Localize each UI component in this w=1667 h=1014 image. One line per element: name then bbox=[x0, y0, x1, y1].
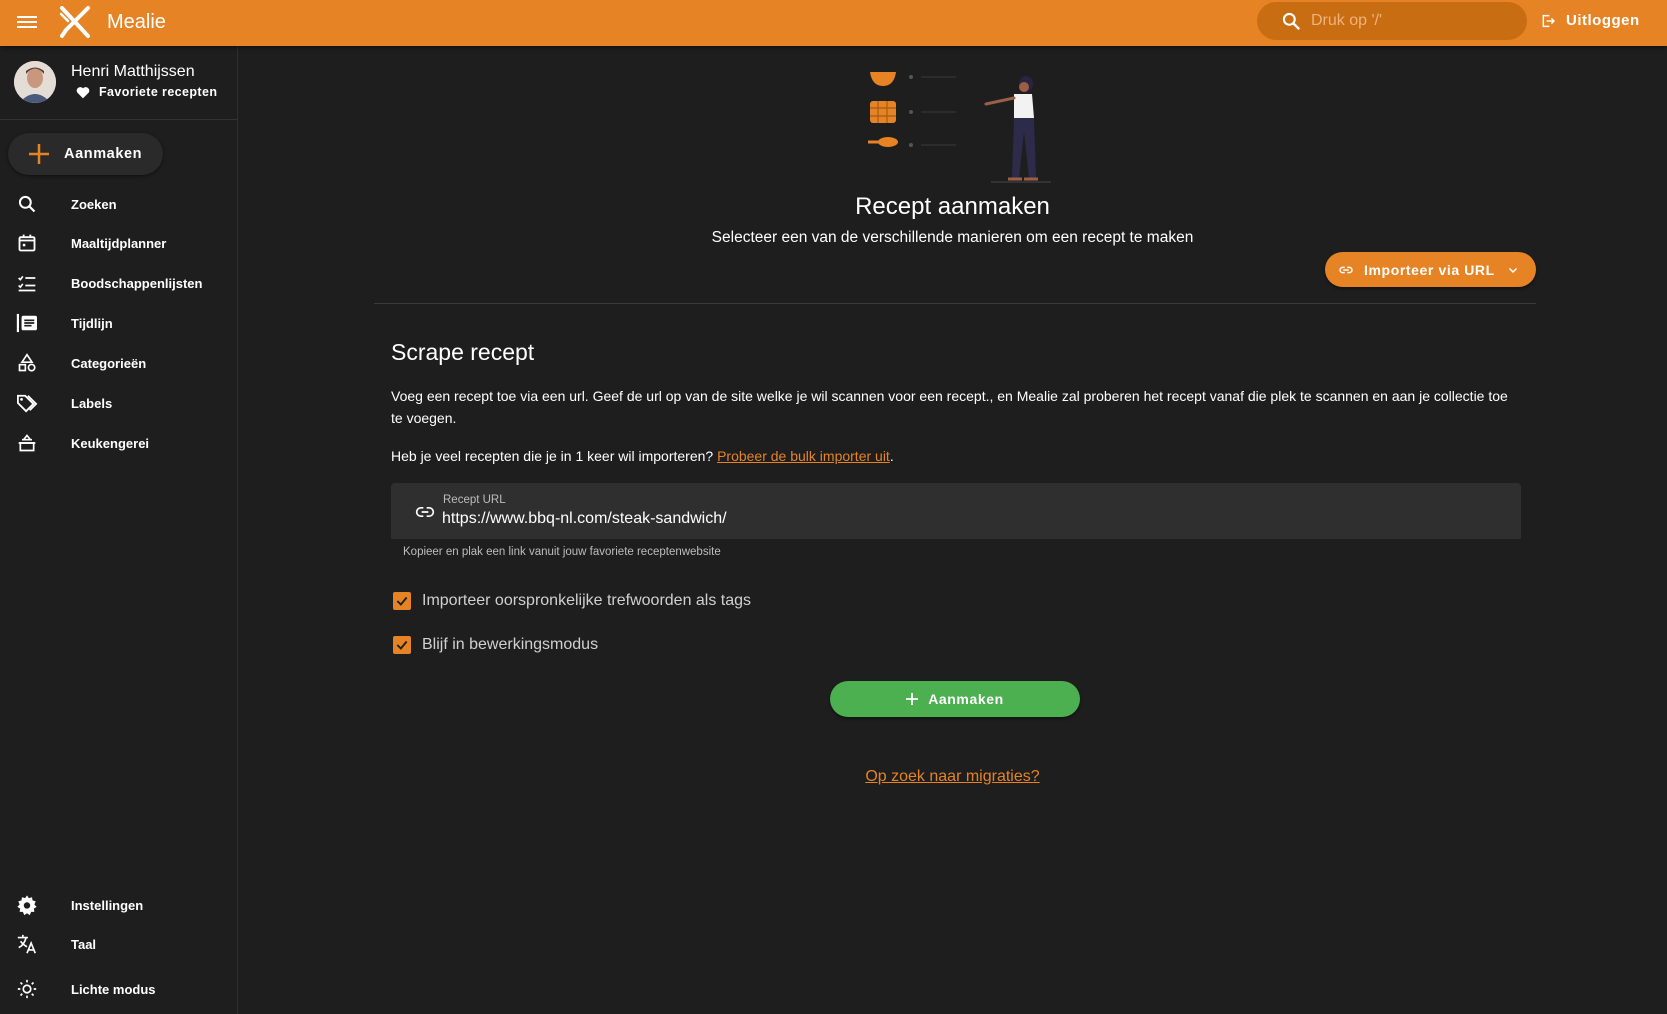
sidebar-item-label: Labels bbox=[71, 395, 113, 411]
logout-icon bbox=[1542, 14, 1556, 27]
sidebar-item-timeline[interactable]: Tijdlijn bbox=[0, 304, 238, 342]
search-input[interactable] bbox=[1311, 12, 1511, 30]
sidebar-item-label: Maaltijdplanner bbox=[71, 235, 167, 251]
stay-in-edit-label: Blijf in bewerkingsmodus bbox=[422, 636, 599, 653]
import-keywords-checkbox-row[interactable]: Importeer oorspronkelijke trefwoorden al… bbox=[393, 592, 751, 610]
sidebar-item-shopping-lists[interactable]: Boodschappenlijsten bbox=[0, 264, 238, 302]
create-button[interactable]: Aanmaken bbox=[8, 133, 163, 175]
sidebar-item-labels[interactable]: Labels bbox=[0, 384, 238, 422]
avatar[interactable] bbox=[14, 61, 56, 103]
migrations-link[interactable]: Op zoek naar migraties? bbox=[865, 768, 1039, 785]
checklist-icon bbox=[15, 271, 39, 295]
scrape-description: Voeg een recept toe via een url. Geef de… bbox=[391, 388, 1508, 426]
bulk-import-text: Heb je veel recepten die je in 1 keer wi… bbox=[391, 448, 894, 464]
sidebar-item-label: Categorieën bbox=[71, 355, 147, 371]
top-app-bar: Mealie Uitloggen bbox=[0, 0, 1667, 46]
user-profile[interactable]: Henri Matthijssen Favoriete recepten bbox=[14, 61, 217, 103]
sidebar: Henri Matthijssen Favoriete recepten Aan… bbox=[0, 46, 238, 1014]
recipe-url-label: Recept URL bbox=[443, 494, 506, 506]
sidebar-item-label: Taal bbox=[71, 936, 97, 952]
menu-icon[interactable] bbox=[17, 13, 37, 33]
sidebar-divider bbox=[0, 119, 238, 120]
section-title: Scrape recept bbox=[391, 339, 535, 365]
recipe-url-field[interactable]: Recept URL bbox=[391, 483, 1521, 539]
search-bar[interactable] bbox=[1257, 2, 1527, 40]
sidebar-item-label: Lichte modus bbox=[71, 981, 156, 997]
search-icon bbox=[15, 192, 39, 216]
recipe-illustration bbox=[868, 72, 1051, 183]
plus-icon bbox=[29, 144, 49, 164]
pot-icon bbox=[15, 431, 39, 455]
logout-button[interactable]: Uitloggen bbox=[1540, 12, 1640, 29]
favorites-label: Favoriete recepten bbox=[99, 85, 218, 99]
bulk-importer-link[interactable]: Probeer de bulk importer uit bbox=[717, 448, 890, 464]
stay-in-edit-checkbox-row[interactable]: Blijf in bewerkingsmodus bbox=[393, 636, 598, 654]
sidebar-item-language[interactable]: Taal bbox=[0, 925, 238, 963]
user-name: Henri Matthijssen bbox=[71, 63, 195, 80]
mealie-logo-icon[interactable] bbox=[58, 6, 92, 40]
sidebar-item-label: Boodschappenlijsten bbox=[71, 275, 203, 291]
sidebar-item-categories[interactable]: Categorieën bbox=[0, 344, 238, 382]
sidebar-item-label: Zoeken bbox=[71, 196, 117, 212]
sidebar-item-search[interactable]: Zoeken bbox=[0, 185, 238, 223]
gear-icon bbox=[15, 893, 39, 917]
create-recipe-button[interactable]: Aanmaken bbox=[830, 681, 1080, 717]
import-method-dropdown[interactable]: Importeer via URL bbox=[1325, 252, 1536, 287]
favorites-link[interactable]: Favoriete recepten bbox=[76, 85, 217, 99]
main-content: Recept aanmaken Selecteer een van de ver… bbox=[238, 46, 1667, 1014]
shapes-icon bbox=[15, 351, 39, 375]
migrations-link-row: Op zoek naar migraties? bbox=[238, 768, 1667, 786]
timeline-icon bbox=[15, 311, 39, 335]
check-icon bbox=[396, 596, 408, 606]
tags-icon bbox=[15, 391, 39, 415]
check-icon bbox=[396, 640, 408, 650]
page-title: Recept aanmaken bbox=[855, 193, 1050, 220]
bulk-import-question: Heb je veel recepten die je in 1 keer wi… bbox=[391, 448, 718, 464]
translate-icon bbox=[15, 932, 39, 956]
sidebar-item-label: Tijdlijn bbox=[71, 315, 113, 331]
bulk-import-period: . bbox=[889, 448, 894, 464]
import-keywords-label: Importeer oorspronkelijke trefwoorden al… bbox=[422, 592, 752, 609]
import-method-label: Importeer via URL bbox=[1364, 261, 1495, 278]
sidebar-item-light-mode[interactable]: Lichte modus bbox=[0, 970, 238, 1008]
section-divider bbox=[374, 303, 1536, 304]
link-icon bbox=[1339, 266, 1353, 273]
page-subtitle: Selecteer een van de verschillende manie… bbox=[711, 229, 1194, 246]
recipe-url-input[interactable] bbox=[442, 510, 1492, 528]
heart-icon bbox=[76, 86, 90, 98]
create-label: Aanmaken bbox=[64, 146, 143, 162]
create-recipe-label: Aanmaken bbox=[928, 691, 1004, 707]
chevron-down-icon bbox=[1508, 267, 1517, 273]
sidebar-item-settings[interactable]: Instellingen bbox=[0, 886, 238, 924]
app-title[interactable]: Mealie bbox=[107, 11, 166, 34]
import-keywords-checkbox[interactable] bbox=[393, 592, 411, 610]
sun-icon bbox=[15, 977, 39, 1001]
link-icon bbox=[415, 507, 435, 517]
plus-icon bbox=[906, 693, 919, 705]
logout-label: Uitloggen bbox=[1566, 12, 1640, 29]
stay-in-edit-checkbox[interactable] bbox=[393, 636, 411, 654]
recipe-url-hint: Kopieer en plak een link vanuit jouw fav… bbox=[403, 546, 721, 558]
calendar-icon bbox=[15, 231, 39, 255]
sidebar-item-meal-planner[interactable]: Maaltijdplanner bbox=[0, 224, 238, 262]
sidebar-item-tools[interactable]: Keukengerei bbox=[0, 424, 238, 462]
search-icon bbox=[1282, 12, 1300, 30]
sidebar-item-label: Instellingen bbox=[71, 897, 144, 913]
sidebar-item-label: Keukengerei bbox=[71, 435, 150, 451]
